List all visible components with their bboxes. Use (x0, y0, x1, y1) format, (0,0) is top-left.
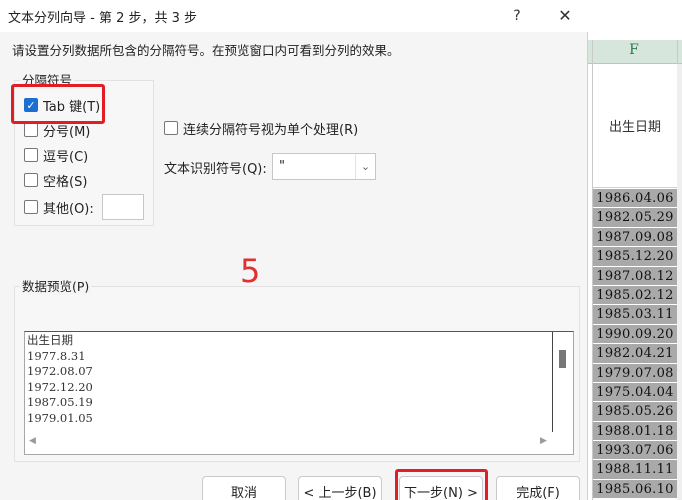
other-delimiter-input[interactable] (102, 194, 144, 220)
date-cell[interactable]: 1993.07.06 (593, 441, 677, 461)
date-cell[interactable]: 1985.02.12 (593, 285, 677, 306)
next-column-strip (677, 64, 682, 500)
preview-pane[interactable]: 出生日期 1977.8.31 1972.08.07 1972.12.20 1987.05… (24, 331, 574, 455)
date-cell[interactable]: 1985.05.26 (593, 402, 677, 422)
preview-group-label: 数据预览(P) (20, 276, 92, 295)
preview-line: 1987.05.19 (27, 395, 93, 410)
comma-checkbox-row[interactable]: 逗号(C) (24, 145, 88, 165)
date-cell[interactable]: 1985.12.20 (593, 247, 677, 267)
checkbox-label-comma: 逗号(C) (43, 149, 89, 165)
close-icon[interactable]: ✕ (552, 4, 578, 28)
dialog-titlebar[interactable]: 文本分列向导 - 第 2 步，共 3 步 ? ✕ (0, 0, 588, 32)
date-cell[interactable]: 1986.04.06 (593, 189, 677, 209)
text-to-columns-dialog: 文本分列向导 - 第 2 步，共 3 步 ? ✕ 请设置分列数据所包含的分隔符号… (0, 0, 588, 500)
date-cell[interactable]: 1987.08.12 (593, 266, 677, 286)
consecutive-checkbox-row[interactable]: 连续分隔符号视为单个处理(R) (164, 118, 358, 138)
date-cell[interactable]: 1988.01.18 (593, 421, 677, 442)
other-checkbox-row[interactable]: 其他(O): (24, 197, 94, 217)
date-cell[interactable]: 1988.11.11 (593, 460, 677, 480)
annotation-highlight-next (395, 469, 488, 500)
date-cell[interactable]: 1982.04.21 (593, 344, 677, 364)
vertical-scrollbar-thumb[interactable] (559, 350, 566, 368)
annotation-highlight-tab (11, 84, 105, 124)
date-cell[interactable]: 1975.04.04 (593, 382, 677, 403)
text-qualifier-label: 文本识别符号(Q): (164, 162, 267, 177)
preview-column-line (552, 332, 553, 432)
date-cells: 1986.04.06 1982.05.29 1987.09.08 1985.12.20… (593, 189, 677, 500)
dialog-title: 文本分列向导 - 第 2 步，共 3 步 (8, 11, 198, 26)
header-cell-birthdate[interactable]: 出生日期 (593, 64, 677, 188)
date-cell[interactable]: 1990.09.20 (593, 324, 677, 345)
checkbox-space[interactable] (24, 173, 38, 187)
scroll-left-icon[interactable]: ◀ (29, 436, 36, 446)
scroll-right-icon[interactable]: ▶ (540, 436, 547, 446)
checkbox-label-space: 空格(S) (43, 174, 88, 190)
checkbox-comma[interactable] (24, 148, 38, 162)
preview-line: 1977.8.31 (27, 348, 86, 363)
finish-button[interactable]: 完成(F) (496, 476, 580, 500)
checkbox-consecutive[interactable] (164, 121, 178, 135)
cancel-button[interactable]: 取消 (202, 476, 286, 500)
annotation-step-number: 5 (240, 252, 261, 290)
preview-line: 1979.01.05 (27, 410, 93, 425)
back-button[interactable]: < 上一步(B) (298, 476, 382, 500)
preview-line: 1972.08.07 (27, 364, 93, 379)
chevron-down-icon[interactable]: ⌄ (355, 154, 375, 179)
checkbox-label-other: 其他(O): (43, 201, 94, 217)
text-qualifier-select[interactable]: " ⌄ (272, 153, 376, 180)
preview-lines: 出生日期 1977.8.31 1972.08.07 1972.12.20 1987.05… (27, 333, 93, 427)
text-qualifier-value: " (279, 159, 285, 174)
date-cell[interactable]: 1987.09.08 (593, 227, 677, 248)
date-cell[interactable]: 1985.03.11 (593, 305, 677, 325)
space-checkbox-row[interactable]: 空格(S) (24, 170, 87, 190)
checkbox-label-consecutive: 连续分隔符号视为单个处理(R) (183, 122, 359, 138)
help-icon[interactable]: ? (506, 4, 528, 28)
preview-line: 1972.12.20 (27, 379, 93, 394)
date-cell[interactable]: 1985.06.10 (593, 479, 677, 500)
intro-text: 请设置分列数据所包含的分隔符号。在预览窗口内可看到分列的效果。 (12, 43, 400, 58)
column-header-f[interactable]: F (592, 42, 676, 62)
date-cell[interactable]: 1982.05.29 (593, 208, 677, 228)
preview-line: 出生日期 (27, 333, 73, 347)
date-cell[interactable]: 1979.07.08 (593, 363, 677, 383)
checkbox-semicolon[interactable] (24, 123, 38, 137)
checkbox-other[interactable] (24, 200, 38, 214)
